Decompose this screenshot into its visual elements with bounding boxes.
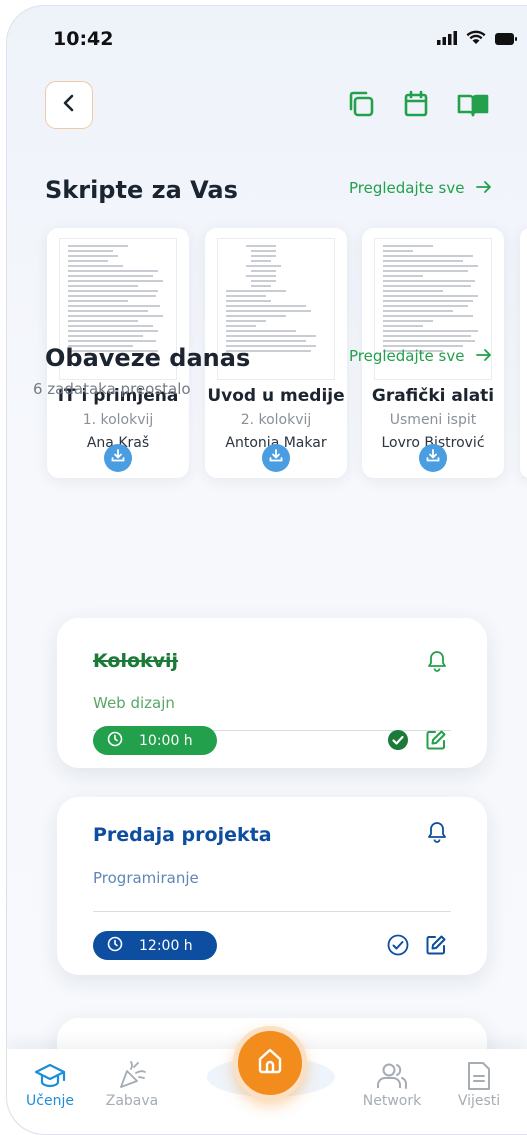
download-button[interactable] <box>262 444 290 472</box>
task-divider <box>93 911 451 912</box>
edit-icon[interactable] <box>425 934 447 960</box>
wifi-icon <box>466 30 486 49</box>
download-button[interactable] <box>419 444 447 472</box>
news-icon <box>444 1059 514 1093</box>
nav-label: Zabava <box>105 1093 159 1109</box>
clock-icon <box>107 936 123 956</box>
task-card[interactable]: Predaja projekta Programiranje 12:00 h <box>57 797 487 975</box>
chevron-left-icon <box>62 94 76 116</box>
nav-label: Vijesti <box>457 1093 501 1109</box>
nav-item-zabava[interactable]: Zabava <box>97 1059 167 1109</box>
back-button[interactable] <box>45 81 93 129</box>
calendar-icon[interactable] <box>403 90 429 122</box>
task-time-badge: 12:00 h <box>93 931 217 960</box>
download-icon <box>425 448 441 468</box>
task-actions <box>387 934 447 960</box>
nav-item-network[interactable]: Network <box>357 1059 427 1109</box>
status-icons <box>437 30 517 49</box>
nav-label: Učenje <box>26 1093 74 1109</box>
clock-icon <box>107 731 123 751</box>
check-circle-outline-icon[interactable] <box>387 934 409 960</box>
home-icon <box>255 1046 285 1080</box>
download-icon <box>110 448 126 468</box>
book-open-icon[interactable] <box>457 90 489 122</box>
nav-item-ucenje[interactable]: Učenje <box>15 1059 85 1109</box>
arrow-right-icon <box>476 179 492 197</box>
task-time: 12:00 h <box>139 937 193 954</box>
tasks-remaining-count: 6 zadataka preostalo <box>33 380 191 398</box>
task-subject: Programiranje <box>93 869 199 887</box>
bell-icon[interactable] <box>427 821 447 847</box>
app-screen: 10:42 Skripte za Vas Pregledajte sve IT … <box>6 5 527 1135</box>
scripts-section-title: Skripte za Vas <box>45 176 238 204</box>
nav-label: Network <box>362 1093 422 1109</box>
home-button[interactable] <box>233 1026 307 1100</box>
task-title: Predaja projekta <box>93 824 272 846</box>
task-subject: Web dizajn <box>93 694 175 712</box>
script-title: Uvod u medije <box>207 386 345 406</box>
tasks-section-title: Obaveze danas <box>45 344 251 372</box>
status-time: 10:42 <box>53 28 114 50</box>
nav-item-vijesti[interactable]: Vijesti <box>444 1059 514 1109</box>
bell-icon[interactable] <box>427 650 447 676</box>
script-title: Grafički alati <box>371 386 495 406</box>
script-exam-type: 2. kolokvij <box>240 412 312 428</box>
arrow-right-icon <box>476 347 492 365</box>
download-icon <box>268 448 284 468</box>
battery-icon <box>495 30 517 49</box>
script-exam-type: 1. kolokvij <box>82 412 154 428</box>
edit-icon[interactable] <box>425 729 447 755</box>
script-exam-type: Usmeni ispit <box>389 412 477 428</box>
tasks-see-all-link[interactable]: Pregledajte sve <box>349 347 492 365</box>
users-icon <box>357 1059 427 1093</box>
task-actions <box>387 729 447 755</box>
download-button[interactable] <box>104 444 132 472</box>
task-card[interactable]: Kolokvij Web dizajn 10:00 h <box>57 618 487 768</box>
tasks-see-all-label: Pregledajte sve <box>349 347 465 365</box>
task-time-badge: 10:00 h <box>93 726 217 755</box>
script-card-partial[interactable] <box>520 228 527 478</box>
scripts-see-all-label: Pregledajte sve <box>349 179 465 197</box>
signal-icon <box>437 30 457 49</box>
header-actions <box>347 90 489 122</box>
scripts-see-all-link[interactable]: Pregledajte sve <box>349 179 492 197</box>
task-title: Kolokvij <box>93 650 179 672</box>
task-time: 10:00 h <box>139 732 193 749</box>
check-circle-icon[interactable] <box>387 729 409 755</box>
copy-icon[interactable] <box>347 90 375 122</box>
graduation-cap-icon <box>15 1059 85 1093</box>
party-popper-icon <box>97 1059 167 1093</box>
